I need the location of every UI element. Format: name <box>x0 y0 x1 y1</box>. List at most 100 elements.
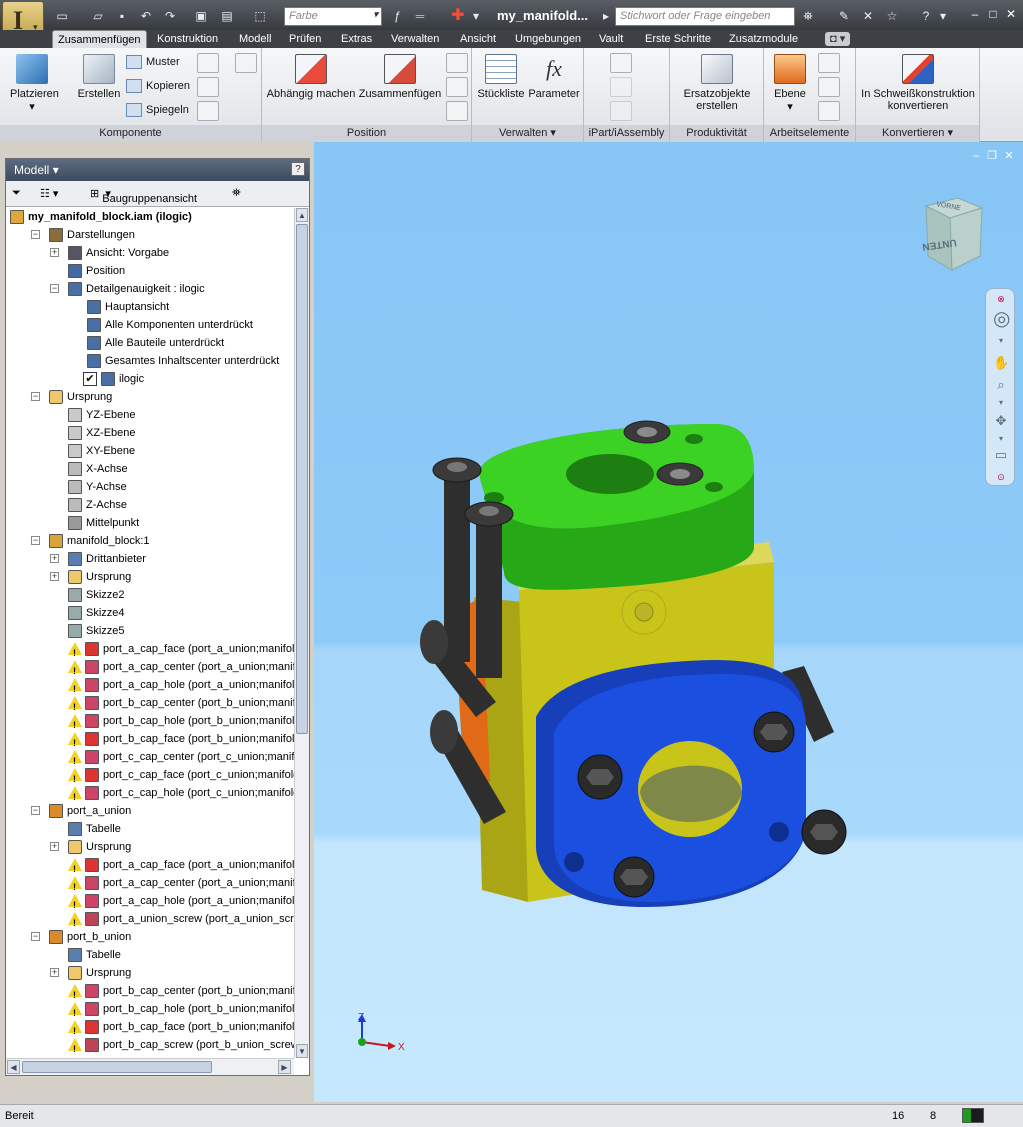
group-title-konvertieren[interactable]: Konvertieren ▾ <box>856 125 979 142</box>
work-point-icon[interactable] <box>818 77 840 97</box>
tree-node[interactable]: Skizze2 <box>6 586 294 604</box>
create-substitutes-button[interactable]: Ersatzobjekte erstellen <box>674 54 760 112</box>
tab-erste-schritte[interactable]: Erste Schritte <box>640 30 716 48</box>
tree-node[interactable]: Tabelle <box>6 946 294 964</box>
tree-node[interactable]: port_c_cap_center (port_c_union;manifold <box>6 748 294 770</box>
tree-node[interactable]: Mittelpunkt <box>6 514 294 532</box>
constrain-button[interactable]: Abhängig machen <box>266 54 356 100</box>
tree-node[interactable]: XZ-Ebene <box>6 424 294 442</box>
tree-node[interactable]: X-Achse <box>6 460 294 478</box>
scroll-thumb[interactable] <box>296 224 308 734</box>
tree-node[interactable]: port_b_cap_face (port_b_union;manifold_b <box>6 730 294 752</box>
tab-modell[interactable]: Modell <box>234 30 276 48</box>
tree-node[interactable]: + Ursprung <box>6 838 294 856</box>
tree-node[interactable]: my_manifold_block.iam (ilogic) <box>6 208 294 226</box>
tree-node[interactable]: port_a_cap_hole (port_a_union;manifold_b <box>6 676 294 698</box>
tree-node[interactable]: ✔ ilogic <box>6 370 294 388</box>
find-binoculars-icon[interactable]: ⛯ <box>232 187 241 200</box>
tree-node[interactable]: port_a_cap_face (port_a_union;manifold_b <box>6 640 294 662</box>
tree-node[interactable]: Y-Achse <box>6 478 294 496</box>
tree-node[interactable]: port_c_cap_face (port_c_union;manifold_b <box>6 766 294 788</box>
tree-node[interactable]: port_b_cap_hole (port_b_union;manifold_b <box>6 712 294 734</box>
tree-node[interactable]: − Darstellungen <box>6 226 294 244</box>
replace-icon[interactable] <box>197 53 219 73</box>
copy-button[interactable]: Kopieren <box>126 76 190 96</box>
screw-shaft[interactable] <box>476 518 502 678</box>
tree-node[interactable]: Hauptansicht <box>6 298 294 316</box>
ucs-icon[interactable] <box>818 101 840 121</box>
tab-vault[interactable]: Vault <box>594 30 628 48</box>
collapse-toggle-icon[interactable]: − <box>31 536 40 545</box>
bom-button[interactable]: Stückliste <box>476 54 526 100</box>
undo-icon[interactable]: ↶ <box>138 9 154 23</box>
color-dropdown[interactable]: Farbe ▾ <box>284 7 382 26</box>
tree-node[interactable]: Position <box>6 262 294 280</box>
tab-umgebungen[interactable]: Umgebungen <box>510 30 586 48</box>
tree-node[interactable]: Z-Achse <box>6 496 294 514</box>
tree-node[interactable]: port_b_cap_hole (port_b_union;manifold_b <box>6 1000 294 1022</box>
checkbox-icon[interactable]: ✔ <box>83 372 97 386</box>
print-icon[interactable]: ▤ <box>219 9 235 23</box>
shrinkwrap-icon[interactable] <box>197 101 219 121</box>
tree-node[interactable]: − Ursprung <box>6 388 294 406</box>
browser-help-icon[interactable]: ? <box>291 162 305 176</box>
tab-verwalten[interactable]: Verwalten <box>386 30 444 48</box>
subscription-icon[interactable]: ✎ <box>836 9 852 23</box>
help-icon[interactable]: ? <box>918 9 934 23</box>
tree-node[interactable]: − port_a_union <box>6 802 294 820</box>
tree-node[interactable]: + Drittanbieter <box>6 550 294 568</box>
manifold-assembly-model[interactable] <box>314 142 1023 1102</box>
mirror-button[interactable]: Spiegeln <box>126 100 189 120</box>
qat-more-icon[interactable]: ▾ <box>468 9 484 23</box>
tree-node[interactable]: − manifold_block:1 <box>6 532 294 550</box>
scroll-right-icon[interactable]: ▶ <box>278 1060 291 1074</box>
screw-head-icon[interactable] <box>430 710 458 754</box>
tree-node[interactable]: port_a_cap_center (port_a_union;manifolc <box>6 874 294 896</box>
place-button[interactable]: Platzieren ▾ <box>10 54 59 113</box>
assembly-view-dropdown[interactable]: ⊞ Baugruppenansicht ▾ <box>90 187 197 205</box>
tree-node[interactable]: port_a_cap_center (port_a_union;manifolc <box>6 658 294 680</box>
binoculars-icon[interactable]: ⛯ <box>800 9 816 23</box>
maximize-button[interactable]: □ <box>986 7 1000 21</box>
tree-node[interactable]: port_a_cap_hole (port_a_union;manifold_b <box>6 892 294 914</box>
filter-icon[interactable]: ⏷ <box>12 187 21 200</box>
tab-zusammenfuegen[interactable]: Zusammenfügen <box>52 30 147 48</box>
screw-shaft[interactable] <box>444 472 470 662</box>
edit-component-icon[interactable] <box>197 77 219 97</box>
parameters-button[interactable]: fx Parameter <box>528 54 580 100</box>
measure-icon[interactable]: ═ <box>412 9 428 23</box>
expand-toggle-icon[interactable]: + <box>50 842 59 851</box>
expand-toggle-icon[interactable]: + <box>50 248 59 257</box>
tab-pruefen[interactable]: Prüfen <box>284 30 326 48</box>
tab-zusatzmodule[interactable]: Zusatzmodule <box>724 30 803 48</box>
pattern-button[interactable]: Muster <box>126 52 180 72</box>
tree-node[interactable]: − port_b_union <box>6 928 294 946</box>
minimize-button[interactable]: – <box>968 7 982 21</box>
grid-icon[interactable] <box>235 53 257 73</box>
ipart-create-icon[interactable] <box>610 53 632 73</box>
tree-node[interactable]: + Ursprung <box>6 964 294 982</box>
screw-head-icon[interactable] <box>420 620 448 664</box>
magnet-icon[interactable] <box>446 53 468 73</box>
hierarchy-icon[interactable]: ☷ ▾ <box>40 187 58 200</box>
scroll-h-thumb[interactable] <box>22 1061 212 1073</box>
save-icon[interactable]: ▪ <box>114 9 130 23</box>
group-title-verwalten[interactable]: Verwalten ▾ <box>472 125 583 142</box>
tree-node[interactable]: port_c_cap_hole (port_c_union;manifold_b <box>6 784 294 806</box>
tree-node[interactable]: + Ursprung <box>6 568 294 586</box>
fx-icon[interactable]: ƒ <box>389 9 405 23</box>
tree-node[interactable]: − Detailgenauigkeit : ilogic <box>6 280 294 298</box>
convert-weldment-button[interactable]: In Schweißkonstruktion konvertieren <box>858 54 978 112</box>
tree-node[interactable]: port_b_cap_face (port_b_union;manifold_b <box>6 1018 294 1040</box>
tab-extras[interactable]: Extras <box>336 30 377 48</box>
search-input[interactable]: Stichwort oder Frage eingeben <box>615 7 795 26</box>
scroll-up-icon[interactable]: ▲ <box>296 208 308 222</box>
create-button[interactable]: Erstellen <box>74 54 124 100</box>
tree-node[interactable]: Skizze4 <box>6 604 294 622</box>
tree-vertical-scrollbar[interactable]: ▲ ▼ <box>294 208 309 1058</box>
work-axis-icon[interactable] <box>818 53 840 73</box>
tree-node[interactable]: + Ansicht: Vorgabe <box>6 244 294 262</box>
update-icon[interactable]: ▣ <box>193 9 209 23</box>
redo-icon[interactable]: ↷ <box>162 9 178 23</box>
tree-node[interactable]: Gesamtes Inhaltscenter unterdrückt <box>6 352 294 370</box>
